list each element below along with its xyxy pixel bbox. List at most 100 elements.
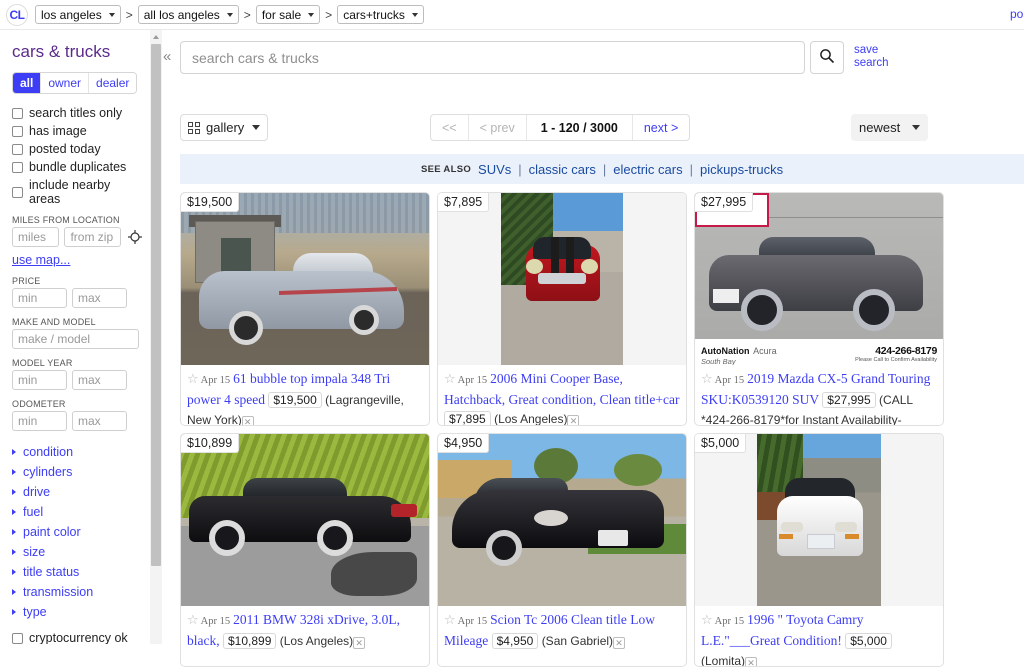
filter-include-nearby-areas[interactable]: include nearby areas <box>12 178 142 206</box>
chevron-right-icon <box>12 589 16 595</box>
facet-size[interactable]: size <box>12 545 142 559</box>
star-icon[interactable]: ☆ <box>701 613 713 628</box>
facet-cylinders[interactable]: cylinders <box>12 465 142 479</box>
zip-input[interactable]: from zip <box>64 227 121 247</box>
seller-type-dealer[interactable]: dealer <box>89 73 137 93</box>
filter-posted-today[interactable]: posted today <box>12 142 142 156</box>
listing-photo[interactable]: $10,899 <box>181 434 429 606</box>
facet-paint-color[interactable]: paint color <box>12 525 142 539</box>
see-also-separator: | <box>518 161 522 177</box>
collapse-sidebar-icon[interactable]: « <box>163 48 171 65</box>
filter-bundle-duplicates[interactable]: bundle duplicates <box>12 160 142 174</box>
breadcrumb-select-category[interactable]: cars+trucks <box>337 5 424 24</box>
hide-x-icon[interactable]: ✕ <box>745 657 758 666</box>
seller-type-all[interactable]: all <box>13 73 42 93</box>
listing-date: Apr 15 <box>714 375 745 386</box>
see-also-link-pickups-trucks[interactable]: pickups-trucks <box>700 162 783 177</box>
breadcrumb-select-city[interactable]: los angeles <box>35 5 121 24</box>
facet-drive[interactable]: drive <box>12 485 142 499</box>
checkbox-icon[interactable] <box>12 143 23 155</box>
facet-transmission[interactable]: transmission <box>12 585 142 599</box>
odometer-max-input[interactable]: max <box>72 411 127 431</box>
save-search-link[interactable]: save search <box>854 44 889 70</box>
post-link[interactable]: post <box>1010 7 1024 21</box>
chevron-down-icon <box>108 12 115 17</box>
listing-photo[interactable]: $5,000 <box>695 434 943 606</box>
scrollbar-thumb[interactable] <box>151 44 161 566</box>
search-button[interactable] <box>810 41 844 74</box>
filter-has-image[interactable]: has image <box>12 124 142 138</box>
star-icon[interactable]: ☆ <box>444 372 456 387</box>
hide-x-icon[interactable]: ✕ <box>353 637 366 649</box>
listing-photo[interactable]: $4,950 <box>438 434 686 606</box>
miles-from-location-label: MILES FROM LOCATION <box>12 215 120 225</box>
craigslist-logo[interactable]: CL <box>6 3 28 26</box>
listing-photo[interactable]: AutoNation Acura South Bay 424-266-8179 … <box>695 193 943 365</box>
price-max-input[interactable]: max <box>72 288 127 308</box>
facet-title-status[interactable]: title status <box>12 565 142 579</box>
facet-condition[interactable]: condition <box>12 445 142 459</box>
year-min-input[interactable]: min <box>12 370 67 390</box>
breadcrumb-area-label: all los angeles <box>143 7 220 22</box>
chevron-down-icon <box>912 125 920 130</box>
checkbox-icon[interactable] <box>12 107 23 119</box>
chevron-down-icon <box>308 12 315 17</box>
listing-card[interactable]: $7,895 ☆ Apr 15 2006 Mini Cooper Base, Hat… <box>437 192 687 426</box>
chevron-down-icon <box>252 125 261 130</box>
see-also-link-suvs[interactable]: SUVs <box>478 162 511 177</box>
price-tag: $27,995 <box>695 193 754 212</box>
breadcrumb-select-section[interactable]: for sale <box>255 5 321 24</box>
seller-type-owner[interactable]: owner <box>41 73 90 93</box>
year-max-input[interactable]: max <box>72 370 127 390</box>
listing-card[interactable]: $5,000 ☆ Apr 15 1996 " Toyota Camry L.E."_… <box>694 433 944 667</box>
see-also-link-classic-cars[interactable]: classic cars <box>529 162 596 177</box>
checkbox-icon[interactable] <box>12 186 23 198</box>
sort-select[interactable]: newest <box>851 114 928 141</box>
listing-card[interactable]: $4,950 ☆ Apr 15 Scion Tc 2006 Clean title … <box>437 433 687 667</box>
listing-card[interactable]: AutoNation Acura South Bay 424-266-8179 … <box>694 192 944 426</box>
checkbox-icon[interactable] <box>12 632 23 644</box>
odometer-min-input[interactable]: min <box>12 411 67 431</box>
checkbox-icon[interactable] <box>12 125 23 137</box>
breadcrumb-separator: > <box>243 7 251 22</box>
price-min-input[interactable]: min <box>12 288 67 308</box>
listing-card[interactable]: $19,500 ☆ Apr 15 61 bubble top impala 348 … <box>180 192 430 426</box>
listing-meta: ☆ Apr 15 2006 Mini Cooper Base, Hatchback,… <box>438 365 686 425</box>
star-icon[interactable]: ☆ <box>701 372 713 387</box>
facet-type[interactable]: type <box>12 605 142 619</box>
price-tag: $10,899 <box>181 434 240 453</box>
checkbox-icon[interactable] <box>12 161 23 173</box>
use-map-link[interactable]: use map... <box>12 253 142 267</box>
pager-prev-button[interactable]: < prev <box>469 115 527 140</box>
make-model-input[interactable]: make / model <box>12 329 139 349</box>
star-icon[interactable]: ☆ <box>444 613 456 628</box>
listing-date: Apr 15 <box>200 375 231 386</box>
filter-label: include nearby areas <box>29 178 111 206</box>
hide-x-icon[interactable]: ✕ <box>241 416 254 425</box>
hide-x-icon[interactable]: ✕ <box>567 415 580 425</box>
listing-photo[interactable]: $7,895 <box>438 193 686 365</box>
sidebar-scrollbar[interactable] <box>150 30 162 644</box>
pager-next-button[interactable]: next > <box>633 115 689 140</box>
star-icon[interactable]: ☆ <box>187 372 199 387</box>
miles-input[interactable]: miles <box>12 227 60 247</box>
pager-first-button[interactable]: << <box>431 115 469 140</box>
scroll-up-arrow-icon[interactable] <box>150 30 162 42</box>
crosshair-icon[interactable] <box>128 230 142 244</box>
dealer-note: Please Call to Confirm Availability <box>855 357 937 363</box>
listing-photo[interactable]: $19,500 <box>181 193 429 365</box>
listing-card[interactable]: $10,899 ☆ Apr 15 2011 BMW 328i xDrive, 3.0… <box>180 433 430 667</box>
filter-cryptocurrency-ok[interactable]: cryptocurrency ok <box>12 631 142 644</box>
filter-label: posted today <box>29 142 101 156</box>
filter-search-titles-only[interactable]: search titles only <box>12 106 142 120</box>
breadcrumb-select-area[interactable]: all los angeles <box>137 5 239 24</box>
star-icon[interactable]: ☆ <box>187 613 199 628</box>
facet-label: cylinders <box>23 465 73 479</box>
facet-fuel[interactable]: fuel <box>12 505 142 519</box>
search-input[interactable]: search cars & trucks <box>180 41 805 74</box>
view-mode-button[interactable]: gallery <box>180 114 269 141</box>
hide-x-icon[interactable]: ✕ <box>613 637 626 649</box>
see-also-link-electric-cars[interactable]: electric cars <box>613 162 682 177</box>
listing-location: (Lomita) <box>701 654 746 667</box>
facet-label: size <box>23 545 46 559</box>
